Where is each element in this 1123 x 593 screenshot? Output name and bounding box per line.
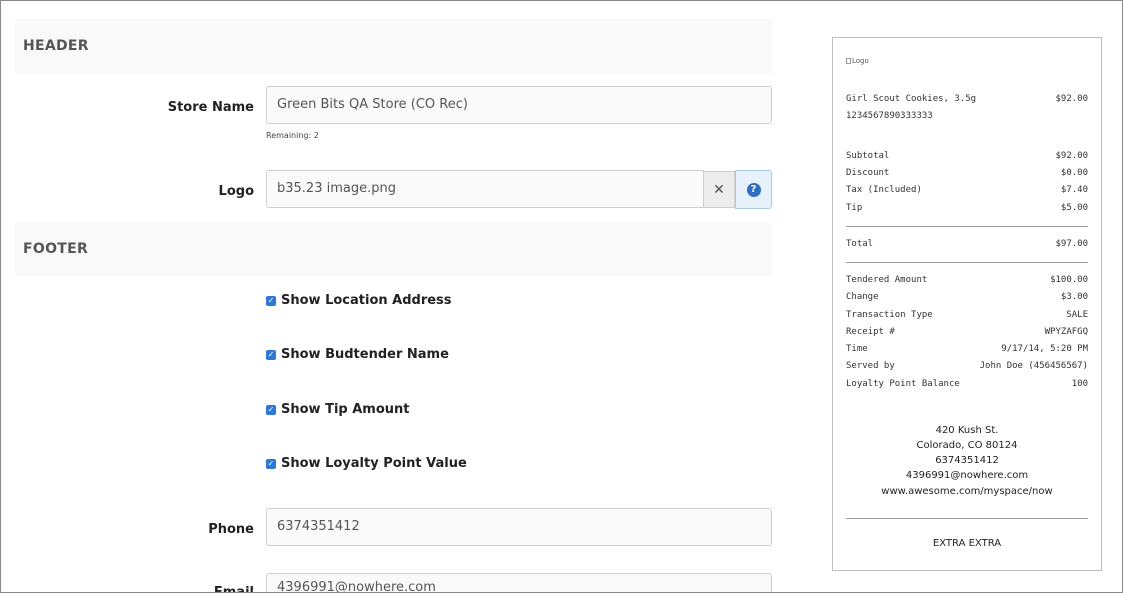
store-name-remaining-hint: Remaining: 2 [266, 131, 319, 140]
receipt-row-value: $92.00 [1055, 151, 1088, 161]
receipt-transaction-type-row: Transaction Type SALE [846, 310, 1088, 320]
receipt-discount-row: Discount $0.00 [846, 168, 1088, 178]
logo-clear-button[interactable]: ✕ [704, 171, 735, 208]
receipt-row-value: WPYZAFGQ [1044, 327, 1088, 337]
checkbox-label: Show Location Address [281, 293, 452, 308]
receipt-subtotal-row: Subtotal $92.00 [846, 151, 1088, 161]
receipt-divider [846, 518, 1088, 519]
receipt-item-price: $92.00 [1055, 94, 1088, 104]
receipt-change-row: Change $3.00 [846, 292, 1088, 302]
receipt-served-by-row: Served by John Doe (456456567) [846, 361, 1088, 371]
receipt-website: www.awesome.com/myspace/now [881, 486, 1053, 497]
store-name-input[interactable]: Green Bits QA Store (CO Rec) [266, 86, 772, 124]
email-label: Email [213, 585, 254, 593]
checkbox-budtender-name[interactable]: ✓ [266, 349, 276, 360]
logo-label: Logo [218, 184, 254, 199]
receipt-phone: 6374351412 [935, 455, 999, 466]
receipt-row-value: $5.00 [1060, 203, 1088, 213]
checkbox-label: Show Budtender Name [281, 347, 449, 362]
receipt-divider [846, 226, 1088, 227]
email-input[interactable]: 4396991@nowhere.com [266, 573, 772, 593]
close-icon: ✕ [713, 181, 725, 198]
checkbox-row-location-address[interactable]: ✓ Show Location Address [266, 293, 452, 308]
receipt-tax-row: Tax (Included) $7.40 [846, 185, 1088, 195]
receipt-row-label: Time [846, 344, 868, 354]
receipt-row-value: $97.00 [1055, 239, 1088, 249]
logo-file-input[interactable]: b35.23 image.png [266, 170, 704, 208]
receipt-row-label: Tendered Amount [846, 275, 928, 285]
checkbox-loyalty-point-value[interactable]: ✓ [266, 458, 276, 469]
footer-section-title: FOOTER [15, 222, 772, 276]
receipt-logo-alt: Logo [852, 57, 869, 65]
receipt-preview: Logo Girl Scout Cookies, 3.5g $92.00 123… [832, 37, 1102, 571]
receipt-row-value: $100.00 [1050, 275, 1088, 285]
store-name-label: Store Name [167, 100, 254, 115]
receipt-logo-image: Logo [846, 57, 869, 65]
receipt-divider [846, 262, 1088, 263]
header-section-title: HEADER [15, 19, 772, 73]
receipt-tendered-row: Tendered Amount $100.00 [846, 275, 1088, 285]
broken-image-icon [846, 58, 851, 64]
receipt-row-value: 9/17/14, 5:20 PM [1001, 344, 1088, 354]
checkbox-label: Show Loyalty Point Value [281, 456, 467, 471]
receipt-row-label: Total [846, 239, 874, 249]
phone-label: Phone [208, 522, 254, 537]
receipt-row-value: $0.00 [1060, 168, 1088, 178]
receipt-loyalty-row: Loyalty Point Balance 100 [846, 379, 1088, 389]
checkbox-tip-amount[interactable]: ✓ [266, 404, 276, 415]
receipt-number-row: Receipt # WPYZAFGQ [846, 327, 1088, 337]
receipt-row-value: $7.40 [1060, 185, 1088, 195]
receipt-row-label: Tax (Included) [846, 185, 922, 195]
receipt-tip-row: Tip $5.00 [846, 203, 1088, 213]
receipt-row-value: $3.00 [1060, 292, 1088, 302]
receipt-email: 4396991@nowhere.com [905, 470, 1029, 481]
checkbox-row-tip-amount[interactable]: ✓ Show Tip Amount [266, 402, 410, 417]
receipt-row-label: Tip [846, 203, 863, 213]
receipt-item-name: Girl Scout Cookies, 3.5g [846, 94, 977, 104]
receipt-time-row: Time 9/17/14, 5:20 PM [846, 344, 1088, 354]
logo-help-button[interactable]: ? [735, 170, 772, 209]
checkbox-row-loyalty-point-value[interactable]: ✓ Show Loyalty Point Value [266, 456, 467, 471]
receipt-row-label: Discount [846, 168, 890, 178]
receipt-item-barcode-row: 1234567890333333 [846, 111, 1088, 121]
receipt-address-line: Colorado, CO 80124 [916, 440, 1018, 451]
receipt-footer-note: EXTRA EXTRA [932, 538, 1002, 549]
receipt-row-label: Receipt # [846, 327, 895, 337]
receipt-row-label: Loyalty Point Balance [846, 379, 960, 389]
question-icon: ? [746, 182, 761, 197]
receipt-row-label: Change [846, 292, 879, 302]
checkbox-row-budtender-name[interactable]: ✓ Show Budtender Name [266, 347, 449, 362]
receipt-row-label: Transaction Type [846, 310, 933, 320]
phone-input[interactable]: 6374351412 [266, 508, 772, 546]
checkbox-location-address[interactable]: ✓ [266, 295, 276, 306]
receipt-address-line: 420 Kush St. [935, 425, 999, 436]
receipt-row-value: John Doe (456456567) [979, 361, 1088, 371]
receipt-row-label: Served by [846, 361, 895, 371]
receipt-row-label: Subtotal [846, 151, 890, 161]
receipt-item-barcode: 1234567890333333 [846, 111, 933, 121]
checkbox-label: Show Tip Amount [281, 402, 410, 417]
receipt-total-row: Total $97.00 [846, 239, 1088, 249]
receipt-row-value: 100 [1071, 379, 1088, 389]
receipt-row-value: SALE [1066, 310, 1088, 320]
receipt-item-row: Girl Scout Cookies, 3.5g $92.00 [846, 94, 1088, 104]
